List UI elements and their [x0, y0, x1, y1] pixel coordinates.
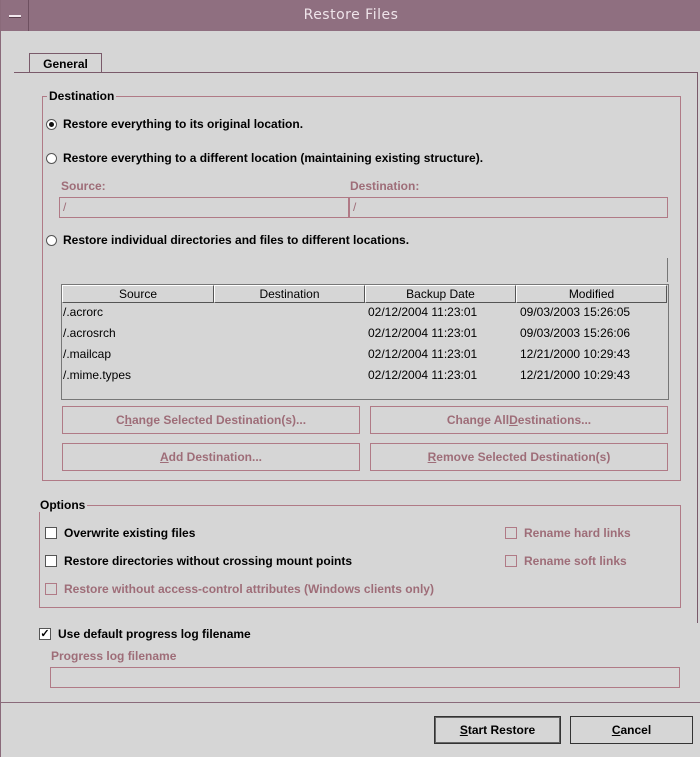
- start-restore-button[interactable]: Start Restore: [434, 716, 561, 744]
- btn-text: ange Selected Destination(s)...: [131, 413, 307, 427]
- cell-modified: 09/03/2003 15:26:06: [520, 326, 631, 340]
- btn-mnemonic: h: [124, 413, 132, 427]
- radio-original-indicator[interactable]: [46, 118, 57, 130]
- rename-hard-links-checkbox[interactable]: Rename hard links: [505, 526, 631, 540]
- btn-mnemonic: D: [509, 413, 518, 427]
- cell-backup-date: 02/12/2004 11:23:01: [368, 305, 478, 319]
- radio-individual-label: Restore individual directories and files…: [63, 233, 410, 247]
- radio-original-label: Restore everything to its original locat…: [63, 117, 304, 131]
- radio-restore-original[interactable]: Restore everything to its original locat…: [46, 117, 303, 131]
- column-header-backup-date[interactable]: Backup Date: [365, 285, 516, 303]
- tab-general[interactable]: General: [29, 53, 102, 73]
- cell-modified: 12/21/2000 10:29:43: [520, 368, 631, 382]
- change-selected-destinations-button[interactable]: Ch ange Selected Destination(s)...: [62, 406, 360, 434]
- source-label: Source:: [61, 179, 106, 193]
- rename-soft-check-box[interactable]: [505, 555, 517, 567]
- rename-soft-label: Rename soft links: [524, 554, 627, 568]
- destination-legend: Destination: [47, 89, 117, 103]
- change-all-destinations-button[interactable]: Change All Destinations...: [370, 406, 668, 434]
- no-cross-mount-checkbox[interactable]: Restore directories without crossing mou…: [45, 554, 352, 568]
- column-header-source[interactable]: Source: [62, 285, 214, 303]
- cell-backup-date: 02/12/2004 11:23:01: [368, 347, 478, 361]
- title-bar[interactable]: Restore Files: [1, 0, 700, 31]
- btn-text: Change All: [446, 413, 510, 427]
- no-acl-label: Restore without access-control attribute…: [64, 582, 434, 596]
- file-table[interactable]: Source Destination Backup Date Modified …: [61, 284, 669, 400]
- rename-hard-label: Rename hard links: [524, 526, 631, 540]
- table-row[interactable]: /.acrosrch 02/12/2004 11:23:01 09/03/200…: [62, 324, 668, 345]
- cell-source: /.acrosrch: [63, 326, 116, 340]
- destination-field[interactable]: /: [349, 197, 668, 218]
- progress-log-filename-label: Progress log filename: [51, 649, 177, 663]
- column-header-destination[interactable]: Destination: [214, 285, 365, 303]
- progress-log-filename-field[interactable]: [50, 667, 680, 688]
- overwrite-existing-checkbox[interactable]: Overwrite existing files: [45, 526, 195, 540]
- destination-label: Destination:: [350, 179, 420, 193]
- btn-mnemonic: C: [611, 723, 621, 737]
- overwrite-label: Overwrite existing files: [64, 526, 196, 540]
- no-acl-checkbox[interactable]: Restore without access-control attribute…: [45, 582, 434, 596]
- rename-hard-check-box[interactable]: [505, 527, 517, 539]
- no-cross-mount-check-box[interactable]: [45, 555, 57, 567]
- btn-text: emove Selected Destination(s): [436, 450, 611, 464]
- btn-text: tart Restore: [467, 723, 536, 737]
- btn-text: estinations...: [517, 413, 592, 427]
- table-row[interactable]: /.mailcap 02/12/2004 11:23:01 12/21/2000…: [62, 345, 668, 366]
- radio-restore-different[interactable]: Restore everything to a different locati…: [46, 151, 483, 165]
- radio-individual-indicator[interactable]: [46, 234, 57, 246]
- table-scroll-stub: [667, 258, 668, 282]
- add-destination-button[interactable]: Add Destination...: [62, 443, 360, 471]
- rename-soft-links-checkbox[interactable]: Rename soft links: [505, 554, 627, 568]
- btn-text: ancel: [620, 723, 652, 737]
- remove-selected-destinations-button[interactable]: Remove Selected Destination(s): [370, 443, 668, 471]
- btn-mnemonic: S: [459, 723, 468, 737]
- cell-modified: 12/21/2000 10:29:43: [520, 347, 631, 361]
- source-field[interactable]: /: [59, 197, 349, 218]
- use-default-progress-log-checkbox[interactable]: ✓ Use default progress log filename: [39, 627, 251, 641]
- table-row[interactable]: /.acrorc 02/12/2004 11:23:01 09/03/2003 …: [62, 303, 668, 324]
- cell-modified: 09/03/2003 15:26:05: [520, 305, 631, 319]
- restore-files-window: Restore Files General Destination Restor…: [0, 0, 700, 757]
- cell-backup-date: 02/12/2004 11:23:01: [368, 368, 478, 382]
- table-row[interactable]: /.mime.types 02/12/2004 11:23:01 12/21/2…: [62, 366, 668, 387]
- column-header-modified[interactable]: Modified: [516, 285, 667, 303]
- btn-text: C: [115, 413, 125, 427]
- radio-different-label: Restore everything to a different locati…: [63, 151, 484, 165]
- btn-mnemonic: A: [159, 450, 169, 464]
- cancel-button[interactable]: Cancel: [570, 716, 693, 744]
- cell-source: /.acrorc: [63, 305, 104, 319]
- btn-text: dd Destination...: [168, 450, 262, 464]
- overwrite-check-box[interactable]: [45, 527, 57, 539]
- cell-backup-date: 02/12/2004 11:23:01: [368, 326, 478, 340]
- cell-source: /.mime.types: [63, 368, 132, 382]
- table-header: Source Destination Backup Date Modified: [62, 285, 668, 304]
- footer-separator: [1, 702, 700, 703]
- radio-different-indicator[interactable]: [46, 152, 57, 164]
- no-cross-mount-label: Restore directories without crossing mou…: [64, 554, 353, 568]
- use-default-label: Use default progress log filename: [58, 627, 251, 641]
- no-acl-check-box[interactable]: [45, 583, 57, 595]
- btn-mnemonic: R: [427, 450, 437, 464]
- window-title: Restore Files: [303, 7, 399, 23]
- radio-restore-individual[interactable]: Restore individual directories and files…: [46, 233, 409, 247]
- options-legend: Options: [38, 498, 88, 512]
- cell-source: /.mailcap: [63, 347, 112, 361]
- use-default-check-box[interactable]: ✓: [39, 628, 51, 640]
